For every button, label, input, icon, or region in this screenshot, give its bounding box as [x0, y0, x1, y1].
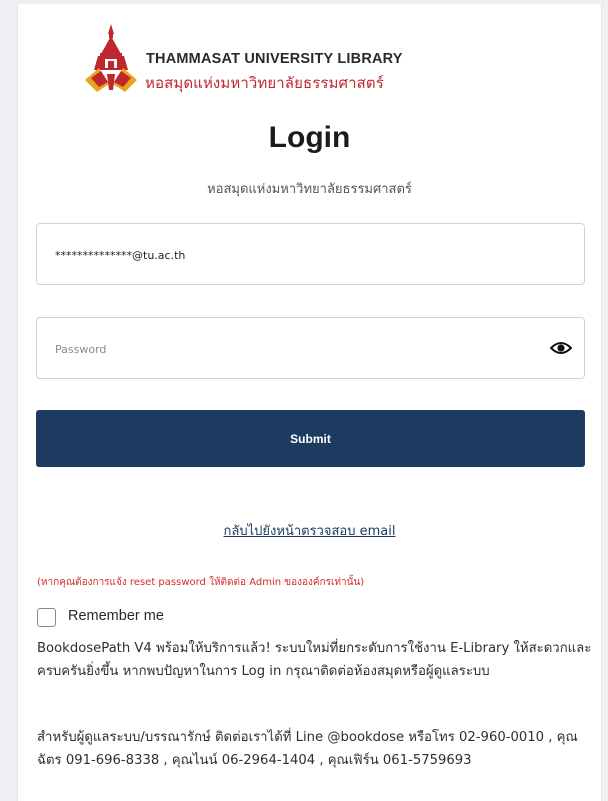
brand-name-th: หอสมุดแห่งมหาวิทยาลัยธรรมศาสตร์ — [145, 74, 384, 92]
remember-me-label[interactable]: Remember me — [68, 608, 164, 624]
page-subtitle: หอสมุดแห่งมหาวิทยาลัยธรรมศาสตร์ — [207, 182, 412, 197]
contact-text: สำหรับผู้ดูแลระบบ/บรรณารักษ์ ติดต่อเราได… — [37, 730, 578, 768]
eye-icon[interactable] — [550, 338, 572, 358]
back-to-email-link[interactable]: กลับไปยังหน้าตรวจสอบ email — [18, 520, 601, 541]
email-field — [36, 223, 585, 286]
password-input[interactable] — [53, 318, 537, 380]
page-title: Login — [268, 121, 351, 154]
email-input[interactable] — [53, 224, 537, 286]
thammasat-library-logo — [85, 24, 137, 92]
announcement-text: BookdosePath V4 พร้อมให้บริการแล้ว! ระบบ… — [37, 641, 592, 679]
password-field — [36, 317, 585, 380]
remember-me-checkbox[interactable] — [37, 608, 56, 627]
brand-name-en: THAMMASAT UNIVERSITY LIBRARY — [146, 51, 403, 67]
submit-button[interactable]: Submit — [36, 410, 585, 467]
login-card: THAMMASAT UNIVERSITY LIBRARY หอสมุดแห่งม… — [17, 4, 602, 801]
reset-password-notice: (หากคุณต้องการแจ้ง reset password ให้ติด… — [37, 577, 365, 588]
